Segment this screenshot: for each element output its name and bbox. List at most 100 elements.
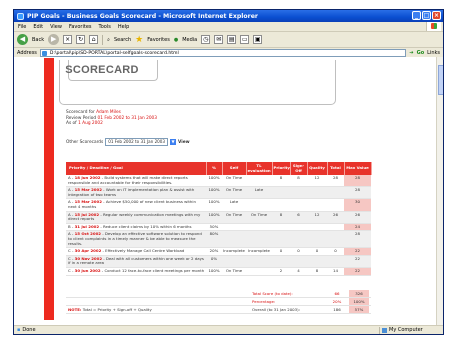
table-row: C - 30 Apr 2002 - Effectively Manage Cal… xyxy=(66,247,371,256)
page-content: SCORECARD Scorecard for Adam Miles Revie… xyxy=(14,57,443,326)
back-arrow-icon[interactable]: ◀ xyxy=(17,34,28,45)
cell-tl xyxy=(246,223,272,232)
favorites-button[interactable]: Favorites xyxy=(147,37,170,43)
window-title: PIP Goals - Business Goals Scorecard - M… xyxy=(27,12,258,20)
cell-max: 22 xyxy=(344,247,371,256)
cell-priority: 2 xyxy=(272,267,290,276)
goal-cell[interactable]: B - 31 Jul 2002 - Reduce client claims b… xyxy=(66,223,206,232)
search-button[interactable]: Search xyxy=(114,37,131,43)
cell-self: On Time xyxy=(222,211,246,224)
stop-icon[interactable]: × xyxy=(63,35,73,44)
col-total: Total xyxy=(327,162,345,175)
go-arrow-icon[interactable]: ➔ xyxy=(409,50,413,56)
menu-bar: File Edit View Favorites Tools Help xyxy=(14,22,443,32)
goal-cell[interactable]: A - 15 Mar 2002 - Work on IT implementat… xyxy=(66,186,206,200)
cell-tl: Late xyxy=(246,186,272,200)
cell-total xyxy=(327,255,344,268)
mail-icon[interactable]: ✉ xyxy=(214,35,224,44)
media-icon[interactable]: ● xyxy=(174,37,178,43)
overall-label: Overall (to 31 Jan 2003): xyxy=(252,307,300,312)
chevron-down-icon[interactable]: ▼ xyxy=(170,139,176,145)
toolbar: ◀ Back ▶ × ↻ ⌂ ⌕ Search ★ Favorites ● Me… xyxy=(14,32,443,48)
cell-tl xyxy=(246,198,272,212)
goal-cell[interactable]: C - 30 Jun 2002 - Conduct 12 face-to-fac… xyxy=(66,267,206,276)
cell-signoff: 8 xyxy=(290,175,307,188)
menu-favorites[interactable]: Favorites xyxy=(69,24,92,30)
history-icon[interactable]: ◷ xyxy=(201,35,211,44)
menu-help[interactable]: Help xyxy=(118,24,129,30)
menu-file[interactable]: File xyxy=(18,24,26,30)
goal-text: Effectively Manage Call Centre Workload xyxy=(105,248,185,254)
cell-tl xyxy=(246,175,272,188)
menu-tools[interactable]: Tools xyxy=(99,24,111,30)
table-row: C - 30 Nov 2002 - Deal with all customer… xyxy=(66,255,371,268)
total-score-row: Total Score (to date): 66 326 xyxy=(66,290,371,298)
cell-total: 26 xyxy=(327,211,344,224)
overall-value: 186 xyxy=(333,307,341,312)
refresh-icon[interactable]: ↻ xyxy=(76,35,86,44)
col-goal[interactable]: Priority / Deadline / Goal xyxy=(66,162,207,175)
goal-cell[interactable]: A - 15 Jul 2002 - Regular weekly communi… xyxy=(66,211,206,224)
percentage-value: 20% xyxy=(332,299,342,304)
menu-edit[interactable]: Edit xyxy=(33,24,43,30)
other-scorecards-label: Other Scorecards xyxy=(66,139,104,145)
cell-quality xyxy=(307,198,327,212)
scrollbar-thumb[interactable] xyxy=(438,65,443,95)
col-signoff: Sign-Off xyxy=(290,162,308,175)
status-bar: ▪ Done My Computer xyxy=(14,325,443,334)
goal-cell[interactable]: A - 15 Mar 2002 - Achieve $50,000 of new… xyxy=(66,198,206,212)
status-text: Done xyxy=(22,327,36,333)
table-row: A - 15 Jul 2002 - Regular weekly communi… xyxy=(66,211,371,224)
goal-cell[interactable]: A - 18 Jun 2002 - Build systems that wil… xyxy=(66,175,206,188)
links-button[interactable]: Links xyxy=(427,50,440,56)
close-button[interactable]: × xyxy=(432,11,441,20)
maximize-button[interactable]: □ xyxy=(422,11,431,20)
other-scorecards-select[interactable]: 01 Feb 2002 to 31 Jan 2003 xyxy=(105,138,168,146)
discuss-icon[interactable]: ▣ xyxy=(253,35,263,44)
table-row: C - 30 Jun 2002 - Conduct 12 face-to-fac… xyxy=(66,267,371,276)
goal-cell[interactable]: A - 15 Oct 2002 - Develop an effective s… xyxy=(66,230,206,249)
col-percent: % xyxy=(206,162,223,175)
cell-quality: 12 xyxy=(307,211,327,224)
cell-pct: 100% xyxy=(206,198,222,212)
review-period-label: Review Period xyxy=(66,115,97,121)
address-input[interactable]: D:\portal\pip\SD-PORTAL\portal-selfgoals… xyxy=(39,49,407,57)
vertical-scrollbar[interactable] xyxy=(436,57,443,326)
goal-cell[interactable]: C - 30 Nov 2002 - Deal with all customer… xyxy=(66,255,206,268)
percentage-max: 100% xyxy=(349,298,369,305)
other-scorecards: Other Scorecards 01 Feb 2002 to 31 Jan 2… xyxy=(66,138,190,146)
col-priority: Priority xyxy=(272,162,291,175)
table-row: A - 15 Oct 2002 - Develop an effective s… xyxy=(66,230,371,249)
minimize-button[interactable]: _ xyxy=(412,11,421,20)
home-icon[interactable]: ⌂ xyxy=(89,35,99,44)
menu-view[interactable]: View xyxy=(50,24,62,30)
media-button[interactable]: Media xyxy=(182,37,197,43)
print-icon[interactable]: ▤ xyxy=(227,35,237,44)
cell-max: 26 xyxy=(344,211,371,224)
view-link[interactable]: View xyxy=(178,140,190,145)
table-row: A - 18 Jun 2002 - Build systems that wil… xyxy=(66,175,371,188)
cell-total: 28 xyxy=(327,175,344,188)
cell-tl: On Time xyxy=(246,211,272,224)
goal-cell[interactable]: C - 30 Apr 2002 - Effectively Manage Cal… xyxy=(66,247,206,256)
cell-total xyxy=(327,223,344,232)
totals-block: Total Score (to date): 66 326 Percentage… xyxy=(66,290,371,314)
search-icon[interactable]: ⌕ xyxy=(107,37,110,43)
cell-self: On Time xyxy=(222,186,246,200)
priority-letter: C xyxy=(68,267,71,273)
col-max: Max Value xyxy=(344,162,372,175)
cell-pct: 0% xyxy=(206,255,222,268)
as-of-date: 1 Aug 2002 xyxy=(78,121,103,127)
note-text: NOTE: Total = Priority + Sign-off + Qual… xyxy=(68,307,152,312)
edit-icon[interactable]: ▭ xyxy=(240,35,250,44)
cell-priority xyxy=(272,198,290,212)
favorites-star-icon[interactable]: ★ xyxy=(135,35,143,45)
total-score-label: Total Score (to date): xyxy=(252,291,293,296)
go-button[interactable]: Go xyxy=(417,50,425,56)
back-button[interactable]: Back xyxy=(32,37,44,43)
forward-arrow-icon[interactable]: ▶ xyxy=(48,34,60,45)
col-quality: Quality xyxy=(307,162,328,175)
cell-quality: 0 xyxy=(307,247,327,256)
deadline-date: 31 Jul 2002 xyxy=(74,223,100,229)
cell-signoff: 0 xyxy=(290,247,307,256)
